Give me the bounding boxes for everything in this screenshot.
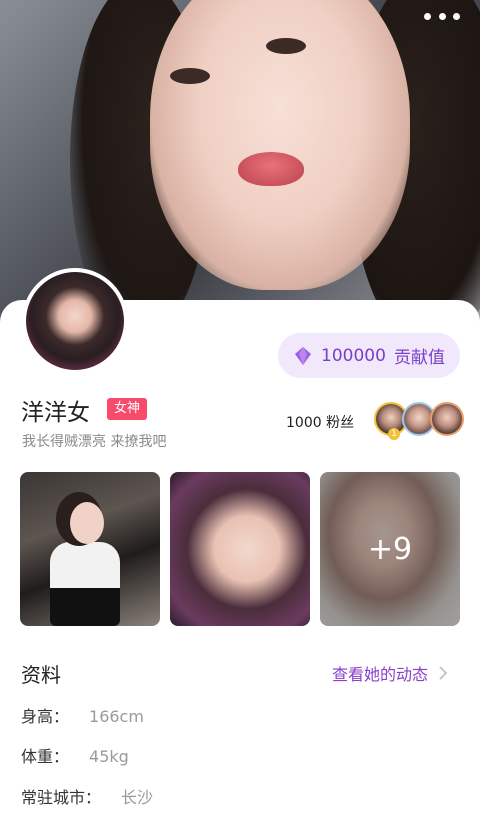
avatar-image [26,272,124,370]
gallery-photo[interactable] [170,472,310,626]
avatar[interactable] [22,268,128,374]
contribution-badge[interactable]: 100000 贡献值 [278,333,460,378]
info-value: 长沙 [121,788,154,807]
profile-name: 洋洋女 [21,400,90,426]
fans-count[interactable]: 1000 粉丝 [286,412,354,432]
chevron-right-icon [439,666,448,680]
info-row-city: 常驻城市： 长沙 [21,784,153,808]
hero-eye-left [170,68,210,84]
contribution-value: 100000 [321,345,386,366]
hero-lips [238,152,304,186]
info-label: 常驻城市： [21,788,102,807]
info-value: 45kg [89,747,129,766]
profile-bio: 我长得贼漂亮 来撩我吧 [22,434,167,450]
profile-tag-badge: 女神 [107,398,148,420]
gallery-photo[interactable] [20,472,160,626]
hero-eye-right [266,38,306,54]
gallery-photo-more[interactable]: +9 [320,472,460,626]
dot [453,12,460,20]
fan-avatar[interactable] [430,402,464,436]
info-label: 身高： [21,707,70,726]
info-row-weight: 体重： 45kg [21,743,129,767]
dot [424,12,431,20]
dot [438,12,446,20]
info-label: 体重： [21,747,70,766]
info-value: 166cm [89,707,144,726]
view-moments-label: 查看她的动态 [332,665,429,684]
photo-gallery: +9 [20,472,461,626]
diamond-icon [295,346,312,365]
contribution-label: 贡献值 [393,348,445,368]
rank-badge-icon: 1 [388,428,400,440]
section-title: 资料 [21,663,61,687]
more-dots-icon[interactable] [424,6,460,26]
photo-figure [50,542,120,626]
view-moments-link[interactable]: 查看她的动态 [332,661,448,685]
photo-figure-head [70,502,104,544]
more-photos-count: +9 [367,531,413,567]
info-row-height: 身高： 166cm [21,703,144,727]
